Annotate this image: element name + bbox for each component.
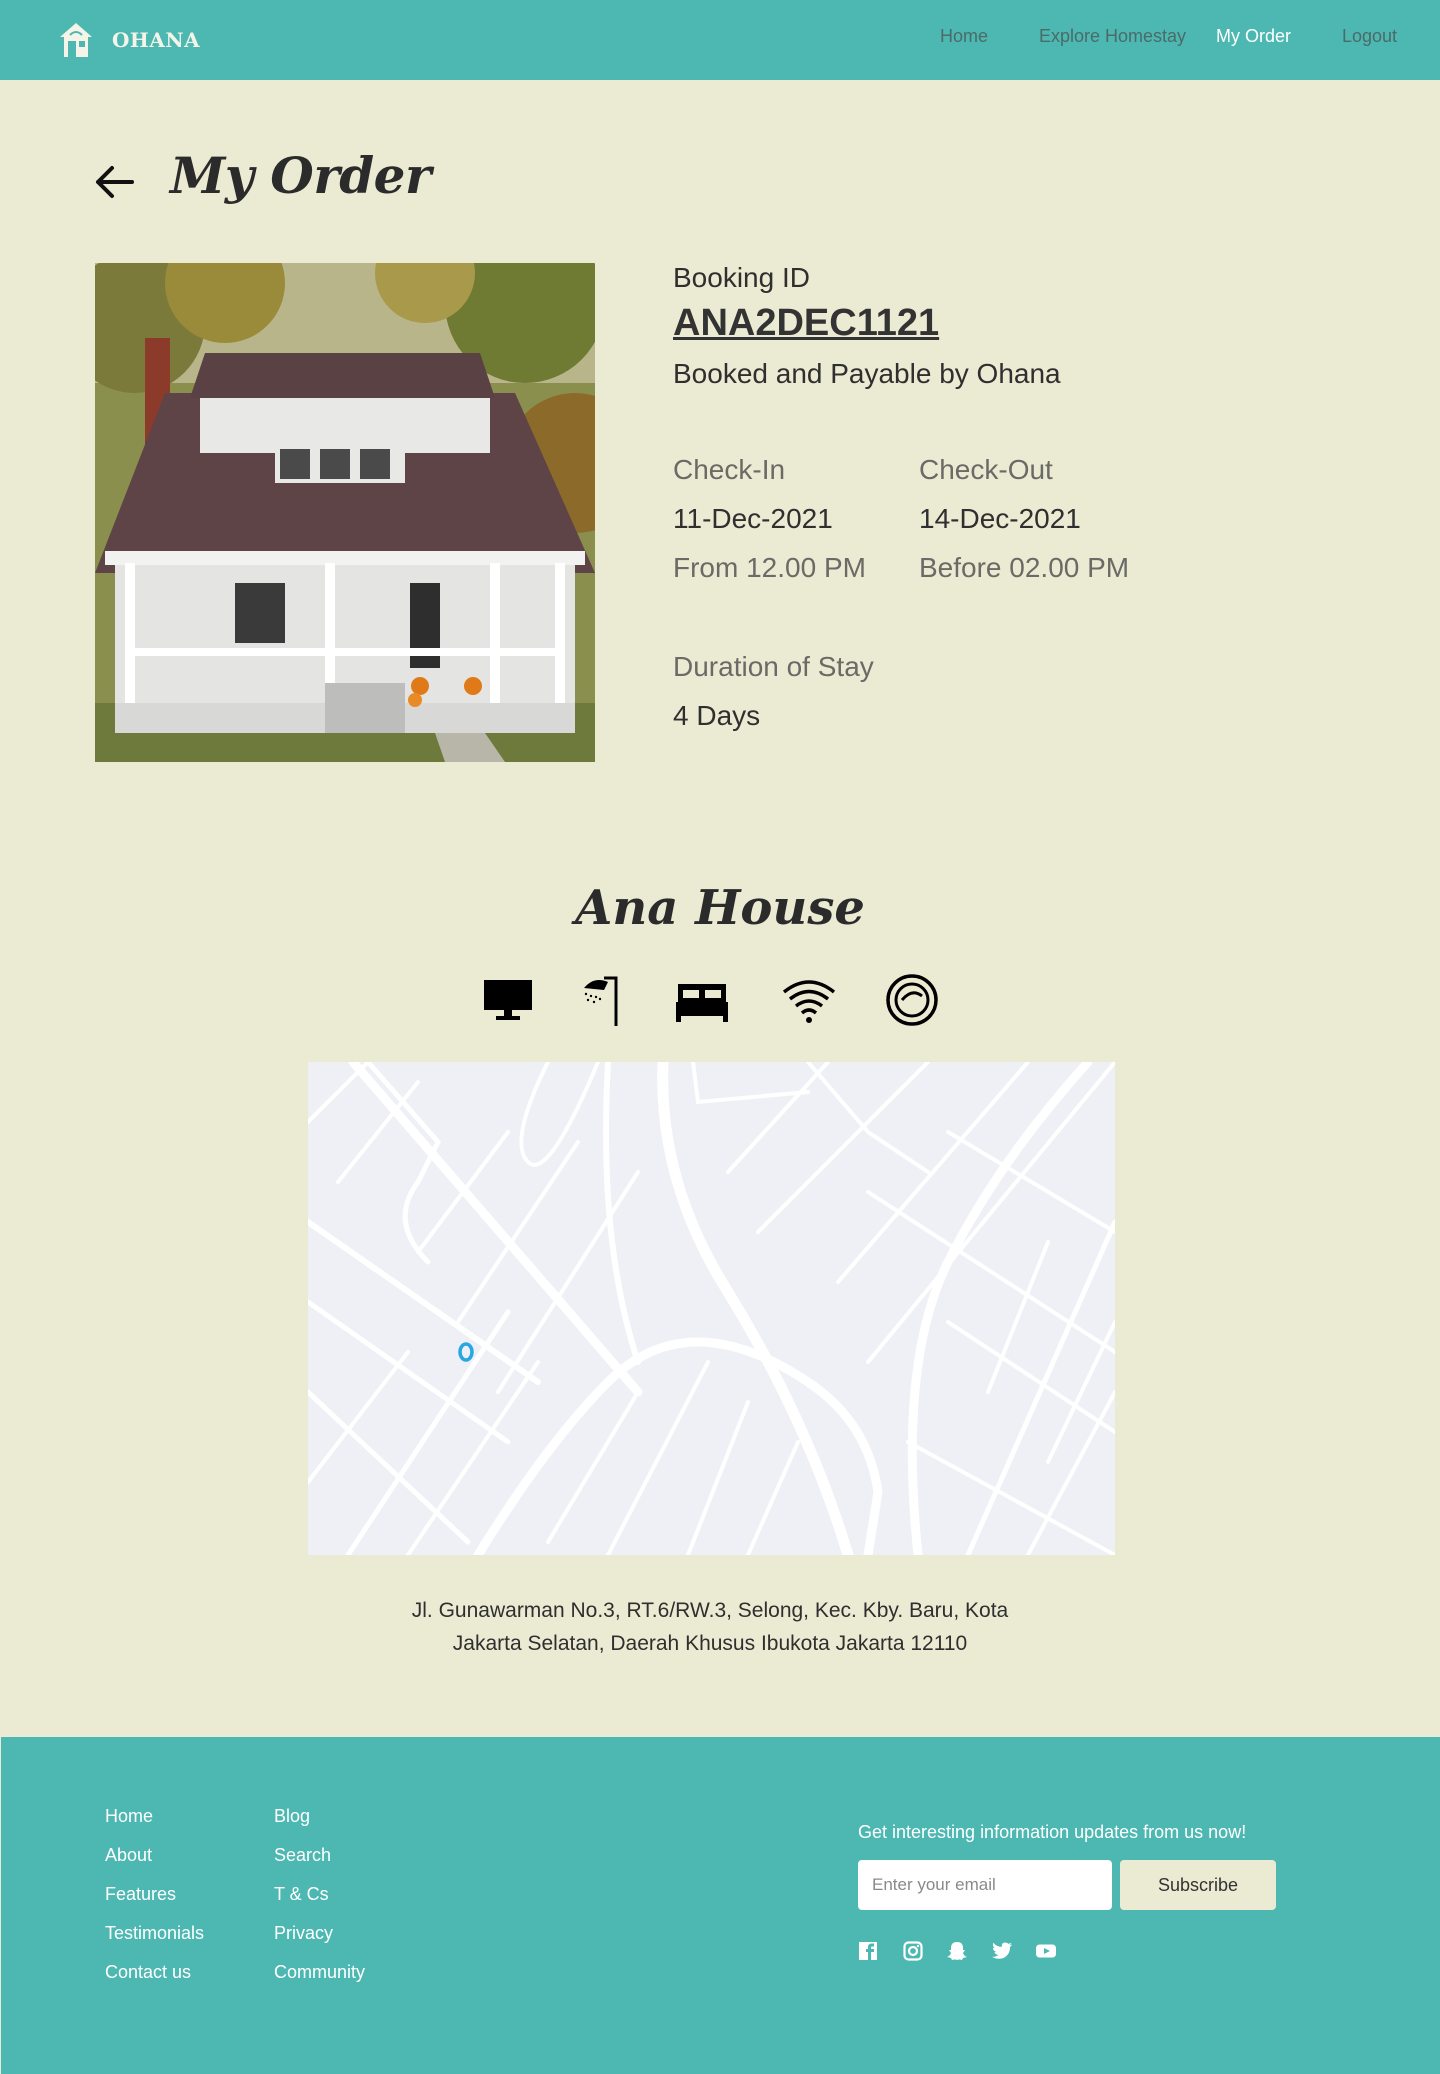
brand[interactable]: OHANA (58, 20, 200, 60)
checkout-label: Check-Out (919, 454, 1053, 485)
footer-link-search[interactable]: Search (274, 1845, 331, 1866)
footer-link-about[interactable]: About (105, 1845, 152, 1866)
checkin-label: Check-In (673, 454, 786, 485)
back-button[interactable] (92, 160, 136, 204)
shower-icon (584, 976, 618, 1026)
subscribe-button[interactable]: Subscribe (1120, 1860, 1276, 1910)
footer-link-privacy[interactable]: Privacy (274, 1923, 333, 1944)
property-name: Ana House (575, 880, 865, 936)
address-line-1: Jl. Gunawarman No.3, RT.6/RW.3, Selong, … (411, 1599, 1009, 1622)
booking-id-value: ANA2DEC1121 (673, 302, 940, 344)
youtube-icon[interactable] (1035, 1940, 1057, 1962)
house-icon (60, 23, 92, 57)
checkin-time: From 12.00 PM (673, 552, 866, 583)
footer-link-community[interactable]: Community (274, 1962, 365, 1983)
checkout-time: Before 02.00 PM (919, 552, 1130, 583)
duration-value: 4 Days (673, 700, 761, 731)
address-line-2: Jakarta Selatan, Daerah Khusus Ibukota J… (452, 1632, 968, 1655)
nav-home[interactable]: Home (940, 26, 988, 47)
footer-link-features[interactable]: Features (105, 1884, 176, 1905)
arrow-left-icon (96, 166, 134, 198)
newsletter-text: Get interesting information updates from… (858, 1822, 1247, 1842)
checkout-date: 14-Dec-2021 (919, 503, 1081, 534)
nav-my-order[interactable]: My Order (1216, 26, 1291, 47)
wifi-icon (782, 980, 836, 1023)
footer-link-blog[interactable]: Blog (274, 1806, 310, 1827)
footer-link-contact[interactable]: Contact us (105, 1962, 191, 1983)
duration-label: Duration of Stay (673, 651, 874, 682)
nav-explore-homestay[interactable]: Explore Homestay (1039, 26, 1186, 47)
tv-icon (484, 980, 532, 1020)
pool-icon (886, 974, 938, 1026)
twitter-icon[interactable] (991, 1940, 1013, 1962)
property-photo (95, 263, 595, 762)
nav-logout[interactable]: Logout (1342, 26, 1397, 47)
facebook-icon[interactable] (857, 1940, 879, 1962)
checkin-date: 11-Dec-2021 (673, 503, 833, 534)
payable-text: Booked and Payable by Ohana (673, 358, 1061, 389)
property-address: Jl. Gunawarman No.3, RT.6/RW.3, Selong, … (0, 1594, 1420, 1660)
brand-name: OHANA (112, 28, 201, 52)
instagram-icon[interactable] (902, 1940, 924, 1962)
bed-icon (676, 984, 728, 1022)
email-input[interactable] (858, 1860, 1112, 1910)
snapchat-icon[interactable] (946, 1940, 968, 1962)
footer-link-home[interactable]: Home (105, 1806, 153, 1827)
location-map[interactable] (308, 1062, 1115, 1555)
page-title: My Order (170, 146, 431, 205)
footer-link-testimonials[interactable]: Testimonials (105, 1923, 204, 1944)
footer-link-tcs[interactable]: T & Cs (274, 1884, 329, 1905)
booking-id-label: Booking ID (673, 262, 810, 293)
top-navbar: OHANA Home Explore Homestay My Order Log… (0, 0, 1440, 80)
